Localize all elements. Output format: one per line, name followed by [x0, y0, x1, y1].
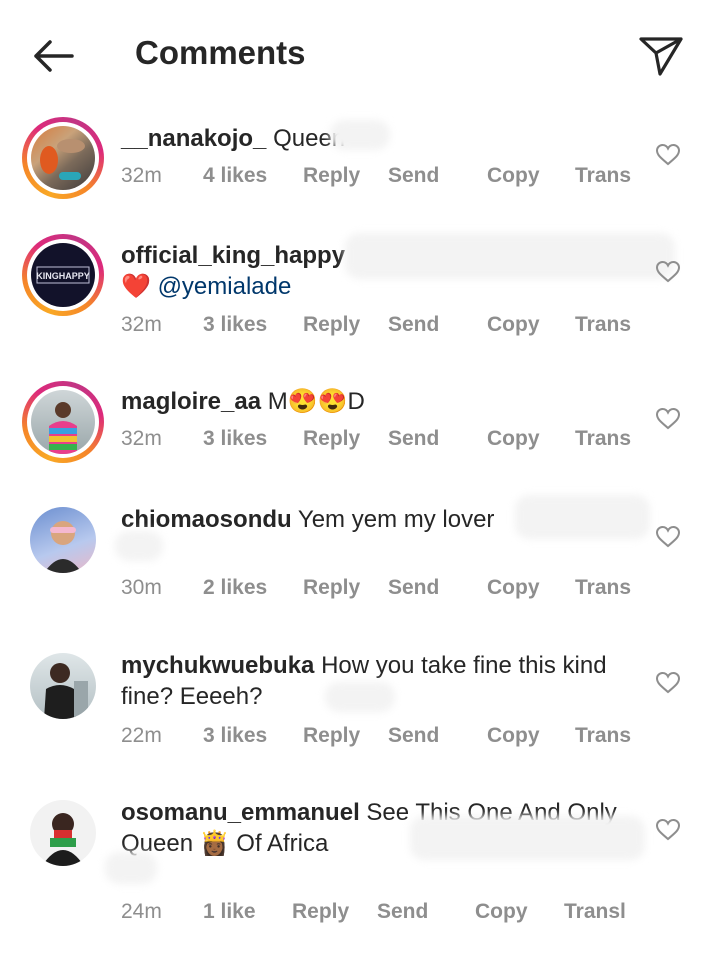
comment-text: Yem yem my lover — [297, 506, 495, 533]
like-heart-icon[interactable] — [655, 143, 681, 167]
comment-item: osomanu_emmanuel See This One And Only Q… — [0, 790, 720, 940]
avatar-brand-text: KINGHAPPY — [36, 271, 90, 281]
likes-count[interactable]: 3 likes — [203, 427, 267, 451]
translate-button[interactable]: Trans — [575, 724, 631, 748]
comment-username[interactable]: mychukwuebuka — [121, 652, 314, 679]
comment-time: 22m — [121, 724, 162, 747]
copy-button[interactable]: Copy — [487, 427, 540, 451]
comment-time: 32m — [121, 313, 162, 336]
comment-item: magloire_aa M😍😍D 32m 3 likes Reply Send … — [0, 375, 720, 475]
likes-count[interactable]: 3 likes — [203, 724, 267, 748]
translate-button[interactable]: Trans — [575, 164, 631, 188]
comment-time: 32m — [121, 427, 162, 450]
avatar[interactable]: KINGHAPPY — [22, 234, 104, 316]
avatar[interactable] — [30, 507, 96, 573]
likes-count[interactable]: 1 like — [203, 900, 256, 924]
like-heart-icon[interactable] — [655, 260, 681, 284]
reply-button[interactable]: Reply — [303, 724, 360, 748]
comment-time: 30m — [121, 576, 162, 599]
send-button[interactable]: Send — [388, 724, 439, 748]
comment-username[interactable]: __nanakojo_ — [121, 125, 266, 152]
copy-button[interactable]: Copy — [487, 724, 540, 748]
send-button[interactable]: Send — [388, 576, 439, 600]
comment-username[interactable]: magloire_aa — [121, 388, 261, 415]
direct-send-icon[interactable] — [636, 34, 686, 78]
mention-link[interactable]: @yemialade — [158, 273, 292, 300]
like-heart-icon[interactable] — [655, 525, 681, 549]
comment-actions: 22m 3 likes Reply Send Copy Trans — [0, 724, 720, 754]
reply-button[interactable]: Reply — [303, 313, 360, 337]
send-button[interactable]: Send — [377, 900, 428, 924]
comment-item: __nanakojo_ Queen 32m 4 likes Reply Send… — [0, 110, 720, 220]
translate-button[interactable]: Trans — [575, 427, 631, 451]
comment-time: 32m — [121, 164, 162, 187]
copy-button[interactable]: Copy — [487, 576, 540, 600]
comment-actions: 24m 1 like Reply Send Copy Transl — [0, 900, 720, 930]
comment-item: KINGHAPPY official_king_happy ❤️ @yemial… — [0, 225, 720, 345]
page-title: Comments — [135, 34, 306, 71]
reply-button[interactable]: Reply — [303, 576, 360, 600]
reply-button[interactable]: Reply — [303, 164, 360, 188]
reply-button[interactable]: Reply — [303, 427, 360, 451]
reply-button[interactable]: Reply — [292, 900, 349, 924]
heart-emoji: ❤️ — [121, 273, 151, 300]
send-button[interactable]: Send — [388, 313, 439, 337]
translate-button[interactable]: Trans — [575, 576, 631, 600]
comment-username[interactable]: osomanu_emmanuel — [121, 799, 360, 826]
back-arrow-icon[interactable] — [28, 36, 78, 76]
comment-time: 24m — [121, 900, 162, 923]
send-button[interactable]: Send — [388, 164, 439, 188]
comment-item: chiomaosondu Yem yem my lover 30m 2 like… — [0, 495, 720, 615]
comment-text: M😍😍D — [267, 388, 365, 415]
header: Comments — [0, 0, 720, 100]
copy-button[interactable]: Copy — [475, 900, 528, 924]
avatar[interactable] — [30, 800, 96, 866]
translate-button[interactable]: Trans — [575, 313, 631, 337]
comment-actions: 32m 3 likes Reply Send Copy Trans — [0, 313, 720, 343]
comment-item: mychukwuebuka How you take fine this kin… — [0, 640, 720, 760]
likes-count[interactable]: 3 likes — [203, 313, 267, 337]
send-button[interactable]: Send — [388, 427, 439, 451]
like-heart-icon[interactable] — [655, 407, 681, 431]
comment-actions: 30m 2 likes Reply Send Copy Trans — [0, 576, 720, 606]
comment-actions: 32m 3 likes Reply Send Copy Trans — [0, 427, 720, 457]
comment-username[interactable]: chiomaosondu — [121, 506, 292, 533]
copy-button[interactable]: Copy — [487, 164, 540, 188]
likes-count[interactable]: 2 likes — [203, 576, 267, 600]
copy-button[interactable]: Copy — [487, 313, 540, 337]
like-heart-icon[interactable] — [655, 671, 681, 695]
likes-count[interactable]: 4 likes — [203, 164, 267, 188]
like-heart-icon[interactable] — [655, 818, 681, 842]
avatar[interactable] — [30, 653, 96, 719]
translate-button[interactable]: Transl — [564, 900, 626, 924]
comment-actions: 32m 4 likes Reply Send Copy Trans — [0, 164, 720, 194]
